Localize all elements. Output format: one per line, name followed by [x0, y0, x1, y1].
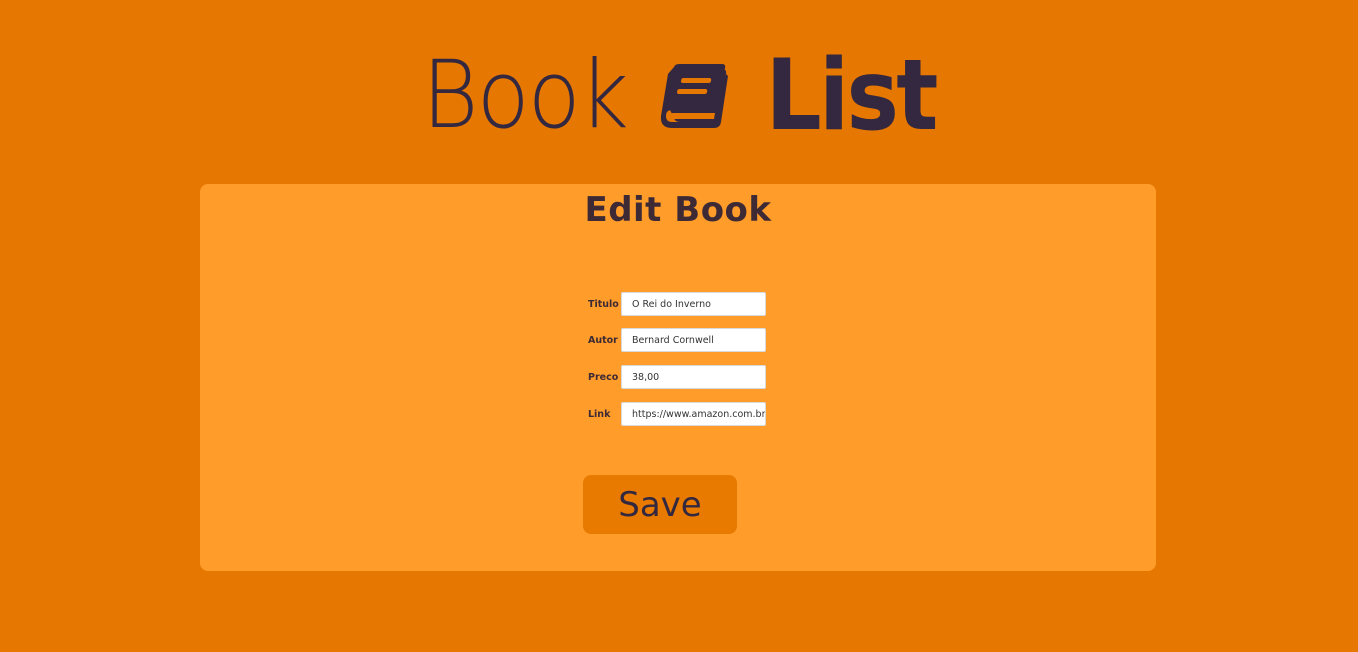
book-icon: [660, 64, 728, 128]
logo-word-book: Book: [421, 41, 629, 150]
titulo-input[interactable]: [621, 292, 766, 316]
autor-label: Autor: [588, 334, 618, 346]
link-row: Link: [588, 401, 766, 427]
autor-input[interactable]: [621, 328, 766, 352]
link-label: Link: [588, 408, 611, 420]
page-title: Edit Book: [584, 190, 772, 230]
autor-row: Autor: [588, 327, 766, 353]
app-logo: Book List: [0, 39, 1358, 153]
edit-book-card: Edit Book Titulo Autor Preco Link Save: [200, 184, 1156, 571]
preco-row: Preco: [588, 364, 766, 390]
preco-input[interactable]: [621, 365, 766, 389]
save-button[interactable]: Save: [583, 475, 737, 534]
link-input[interactable]: [621, 402, 766, 426]
logo-word-list: List: [765, 39, 938, 153]
titulo-label: Titulo: [588, 298, 619, 310]
titulo-row: Titulo: [588, 291, 766, 317]
preco-label: Preco: [588, 371, 619, 383]
